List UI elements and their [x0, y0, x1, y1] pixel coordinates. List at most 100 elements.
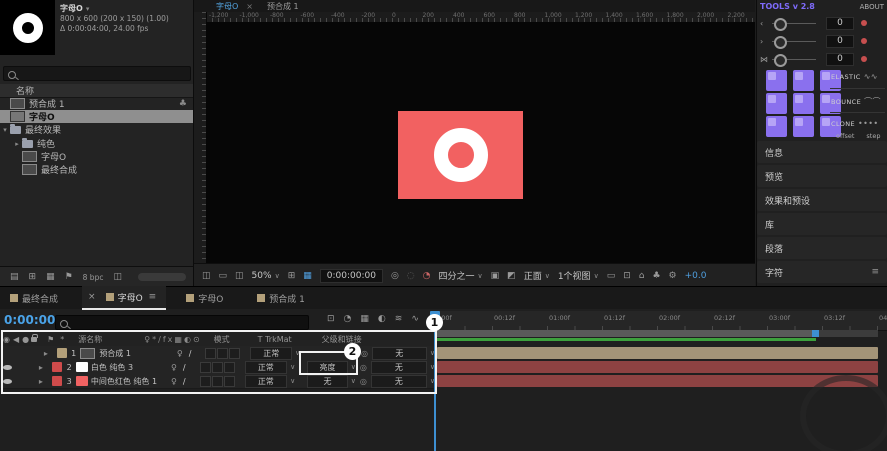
- slider-value[interactable]: 0: [826, 34, 854, 48]
- draft-3d-icon[interactable]: ◔: [344, 314, 352, 324]
- show-snapshot-icon[interactable]: ◌: [407, 271, 415, 281]
- elastic-button[interactable]: ELASTIC ∿∿: [831, 72, 885, 81]
- about-button[interactable]: ABOUT: [860, 3, 884, 11]
- trash-icon[interactable]: ◫: [113, 272, 122, 282]
- project-settings-icon[interactable]: ⚑: [65, 272, 73, 282]
- tab-comp-active[interactable]: 字母O: [216, 1, 238, 12]
- new-composition-icon[interactable]: ▦: [46, 272, 55, 282]
- panel-libraries[interactable]: 库: [757, 213, 887, 235]
- show-channels-icon[interactable]: ◔: [423, 271, 431, 281]
- expand-icon[interactable]: ▸: [12, 140, 22, 148]
- anchor-grid-cell[interactable]: [793, 116, 814, 137]
- tab-comp[interactable]: 预合成 1: [267, 1, 299, 12]
- timeline-tab[interactable]: 预合成 1: [247, 287, 315, 309]
- slider-value[interactable]: 0: [826, 16, 854, 30]
- layer-bar-red-solid[interactable]: [437, 375, 878, 387]
- clone-button[interactable]: CLONE ••••: [831, 119, 885, 128]
- motion-blur-icon[interactable]: ≋: [395, 314, 403, 324]
- region-of-interest-icon[interactable]: ▣: [491, 271, 500, 281]
- grid-guides-icon[interactable]: ⊞: [288, 271, 296, 281]
- project-item[interactable]: 最终合成: [0, 163, 193, 176]
- record-dot-icon[interactable]: [861, 20, 867, 26]
- composition-viewport[interactable]: [206, 22, 755, 263]
- menu-icon[interactable]: ≡: [149, 292, 157, 302]
- layer-bar-white-solid[interactable]: [437, 361, 878, 373]
- anchor-grid-cell[interactable]: [766, 116, 787, 137]
- close-icon[interactable]: ×: [88, 292, 96, 302]
- new-folder-icon[interactable]: ⊞: [29, 272, 37, 282]
- panel-character[interactable]: 字符 ≡: [757, 261, 887, 283]
- anchor-grid-cell[interactable]: [766, 70, 787, 91]
- pixel-aspect-icon[interactable]: ▭: [607, 271, 616, 281]
- anchor-grid-cell[interactable]: [793, 70, 814, 91]
- timeline-tab-active[interactable]: × 字母O ≡: [82, 286, 167, 310]
- graph-editor-icon[interactable]: ∿: [411, 314, 419, 324]
- flowchart-icon[interactable]: ♣: [652, 271, 660, 281]
- panel-paragraph[interactable]: 段落: [757, 237, 887, 259]
- composition-tabs: 字母O × 预合成 1: [194, 0, 755, 12]
- step-button[interactable]: step: [866, 132, 880, 140]
- slider-track[interactable]: [772, 17, 816, 31]
- slider-knob[interactable]: [774, 53, 787, 67]
- close-icon[interactable]: ×: [246, 2, 253, 11]
- annotation-rect-step1: [1, 330, 437, 394]
- timeline-search-input[interactable]: [55, 315, 309, 330]
- slider-track[interactable]: [772, 35, 816, 49]
- project-item[interactable]: ▸ 纯色: [0, 137, 193, 150]
- timeline-nav-icon[interactable]: ⌂: [639, 271, 645, 281]
- horizontal-scrollbar[interactable]: [137, 273, 186, 281]
- project-item[interactable]: ▾ 最终效果: [0, 123, 193, 136]
- work-area-end-handle[interactable]: [812, 330, 819, 337]
- exposure-value[interactable]: +0.0: [685, 271, 707, 281]
- left-arrow-icon[interactable]: ‹: [760, 19, 770, 28]
- monitor-icon[interactable]: ▭: [219, 271, 228, 281]
- red-solid-layer[interactable]: [398, 111, 523, 199]
- record-dot-icon[interactable]: [861, 56, 867, 62]
- expand-open-icon[interactable]: ▾: [0, 126, 10, 134]
- hide-shy-icon[interactable]: ▦: [360, 314, 369, 324]
- project-name-column-header[interactable]: 名称: [0, 84, 193, 98]
- interpret-footage-icon[interactable]: ▤: [10, 272, 19, 282]
- zoom-level-dropdown[interactable]: 50%: [252, 271, 272, 281]
- snapshot-layout-icon[interactable]: ◫: [202, 271, 211, 281]
- frame-blend-icon[interactable]: ◐: [378, 314, 386, 324]
- timeline-tab[interactable]: 字母O: [176, 287, 233, 309]
- bit-depth-button[interactable]: 8 bpc: [83, 273, 104, 282]
- view-layout-dropdown[interactable]: 1个视图: [558, 269, 591, 282]
- offset-button[interactable]: offset: [836, 132, 854, 140]
- panel-effects-presets[interactable]: 效果和预设: [757, 189, 887, 211]
- bounce-button[interactable]: BOUNCE ⌒⌒: [831, 96, 885, 107]
- bowtie-icon[interactable]: ⋈: [760, 55, 770, 64]
- project-item-selected[interactable]: 字母O: [0, 110, 193, 123]
- snapshot-camera-icon[interactable]: ◎: [391, 271, 399, 281]
- panel-info[interactable]: 信息: [757, 141, 887, 163]
- preview-timecode[interactable]: 0:00:00:00: [319, 268, 383, 283]
- project-item[interactable]: 预合成 1 ♣: [0, 97, 193, 110]
- anchor-grid-cell[interactable]: [793, 93, 814, 114]
- project-item[interactable]: 字母O: [0, 150, 193, 163]
- fast-previews-icon[interactable]: ⊡: [623, 271, 631, 281]
- menu-icon[interactable]: ≡: [871, 267, 879, 277]
- project-search-input[interactable]: [3, 66, 191, 81]
- gear-icon[interactable]: ⚙: [669, 271, 677, 281]
- caret-down-icon[interactable]: ▾: [86, 5, 90, 13]
- slider-value[interactable]: 0: [826, 52, 854, 66]
- transparency-grid-icon[interactable]: ◩: [507, 271, 516, 281]
- anchor-grid-cell[interactable]: [766, 93, 787, 114]
- slider-knob[interactable]: [774, 17, 787, 31]
- slider-track[interactable]: [772, 53, 816, 67]
- resolution-dropdown[interactable]: 四分之一: [439, 269, 475, 282]
- timeline-tab[interactable]: 最终合成: [0, 287, 68, 309]
- slider-knob[interactable]: [774, 35, 787, 49]
- panel-preview[interactable]: 预览: [757, 165, 887, 187]
- timeline-ruler[interactable]: :00f 00:12f 01:00f 01:12f 02:00f 02:12f 03:00f…: [437, 311, 887, 331]
- flowchart-icon[interactable]: ♣: [179, 99, 187, 109]
- record-dot-icon[interactable]: [861, 38, 867, 44]
- comp-mini-flowchart-icon[interactable]: ⊡: [327, 314, 335, 324]
- magnification-icon[interactable]: ◫: [235, 271, 244, 281]
- composition-title[interactable]: 字母O: [60, 3, 83, 14]
- mask-visibility-icon[interactable]: ▦: [303, 271, 312, 281]
- view-dropdown[interactable]: 正面: [524, 269, 542, 282]
- layer-bar-precomp[interactable]: [437, 347, 878, 359]
- right-arrow-icon[interactable]: ›: [760, 37, 770, 46]
